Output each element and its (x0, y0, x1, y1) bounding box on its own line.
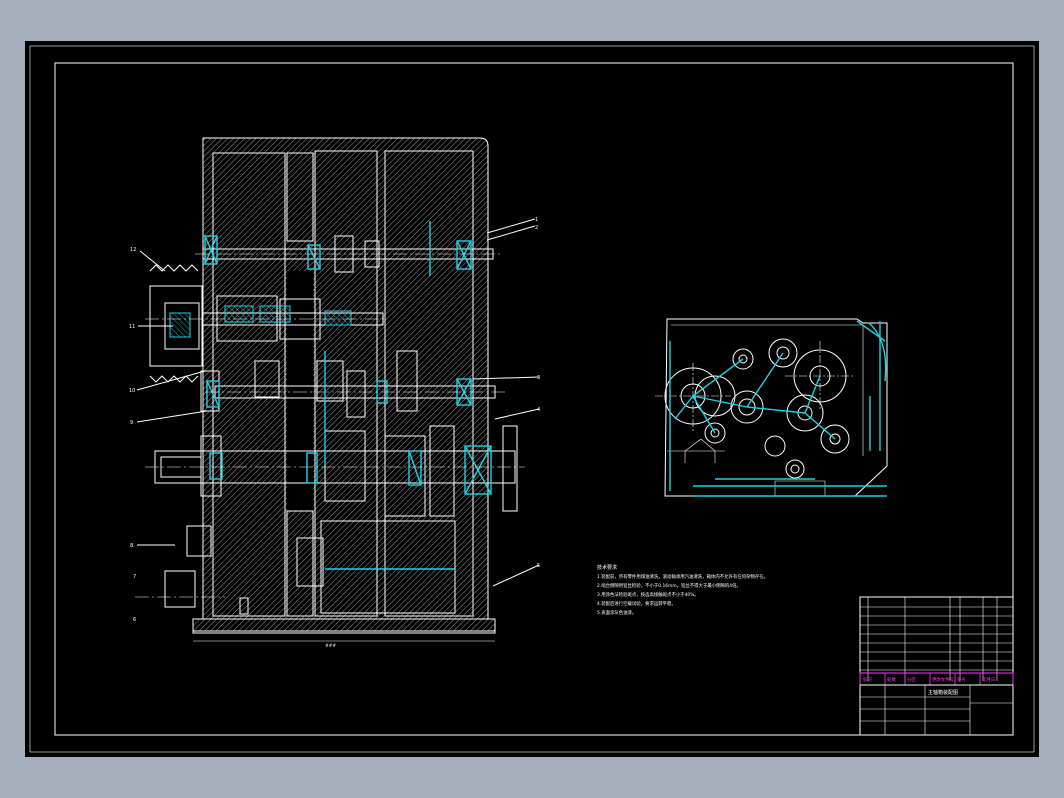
section-view: ### (135, 137, 540, 649)
technical-notes: 技术要求 1.装配前，所有零件用煤油清洗，滚动轴承用汽油清洗，箱体内不允许有任何… (597, 564, 768, 616)
balloon-number: 2 (535, 225, 538, 231)
side-view (655, 318, 888, 497)
balloon-number: 10 (129, 388, 135, 394)
title-label: 签名 (957, 676, 966, 683)
title-label: 标记 (863, 676, 872, 683)
note-line: 1.装配前，所有零件用煤油清洗，滚动轴承用汽油清洗，箱体内不允许有任何杂物存在。 (597, 573, 768, 580)
title-label: 更改文件号 (932, 676, 955, 683)
drawing-name: 主轴箱装配图 (928, 689, 958, 696)
balloon-number: 8 (130, 543, 133, 549)
outer-border (29, 45, 1035, 753)
balloon-number: 9 (130, 420, 133, 426)
note-line: 5.表面涂灰色油漆。 (597, 609, 636, 616)
svg-text:###: ### (325, 643, 336, 649)
balloon-number: 7 (133, 574, 136, 580)
title-label: 处数 (887, 676, 896, 683)
balloon-number: 3 (537, 375, 540, 381)
notes-heading: 技术要求 (597, 564, 617, 571)
drawing-canvas: ### 12 11 10 9 8 7 6 5 4 3 2 1 技术要求 1.装配… (25, 41, 1039, 757)
note-line: 2.啮合侧隙用铅丝检验，不小于0.16mm，铅丝不得大于最小侧隙的4倍。 (597, 582, 741, 589)
balloon-number: 4 (537, 407, 540, 413)
note-line: 3.用涂色法检验斑点，按齿高接触斑点不小于40%。 (597, 591, 699, 598)
note-line: 4.装配后进行空载试验，要求运转平稳。 (597, 600, 676, 607)
title-label: 分区 (907, 676, 916, 683)
balloon-number: 1 (535, 217, 538, 223)
balloon-number: 12 (130, 247, 136, 253)
title-block: 标记 处数 分区 更改文件号 签名 年月日 主轴箱装配图 (859, 596, 1014, 736)
balloon-number: 6 (133, 617, 136, 623)
title-label: 年月日 (982, 676, 995, 683)
assembly-drawing: ### 12 11 10 9 8 7 6 5 4 3 2 1 技术要求 1.装配… (29, 45, 1035, 753)
balloon-number: 11 (129, 324, 135, 330)
balloon-number: 5 (537, 563, 540, 569)
